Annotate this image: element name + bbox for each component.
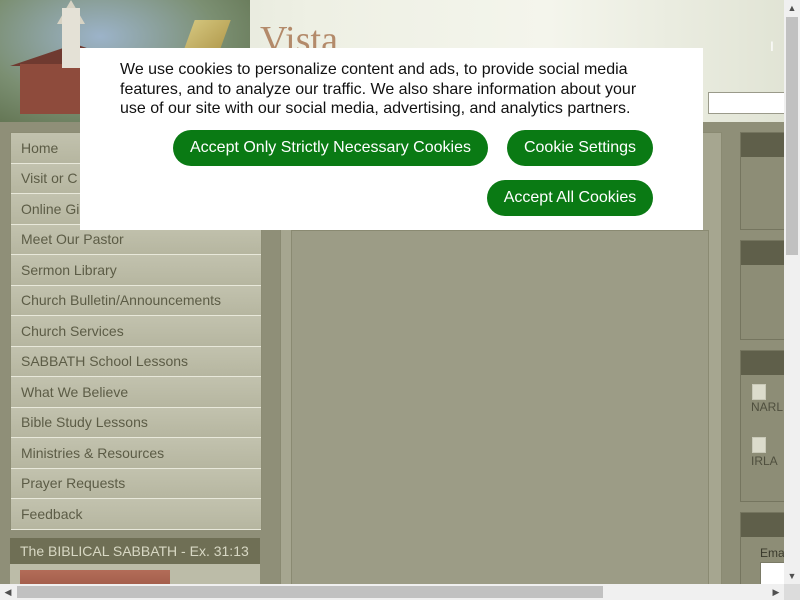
widget-header [741, 513, 784, 537]
sabbath-box-title: The BIBLICAL SABBATH - Ex. 31:13 [10, 538, 260, 564]
nav-item-sermon-library[interactable]: Sermon Library [11, 255, 261, 286]
nav-item-what-we-believe[interactable]: What We Believe [11, 377, 261, 408]
vertical-scrollbar[interactable]: ▲ ▼ [784, 0, 800, 584]
scroll-down-icon[interactable]: ▼ [784, 568, 800, 584]
scroll-left-icon[interactable]: ◀ [0, 584, 16, 600]
cookie-settings-button[interactable]: Cookie Settings [507, 130, 653, 166]
cookie-consent-text: We use cookies to personalize content an… [120, 61, 637, 117]
nav-item-ministries[interactable]: Ministries & Resources [11, 438, 261, 469]
sabbath-box-image[interactable] [20, 570, 170, 584]
nav-item-church-services[interactable]: Church Services [11, 316, 261, 347]
widget-header [741, 133, 784, 157]
scroll-up-icon[interactable]: ▲ [784, 0, 800, 16]
nav-item-prayer-requests[interactable]: Prayer Requests [11, 468, 261, 499]
nav-item-bible-study[interactable]: Bible Study Lessons [11, 407, 261, 438]
header-right-text: I [770, 38, 774, 54]
nav-item-feedback[interactable]: Feedback [11, 499, 261, 530]
accept-strictly-necessary-button[interactable]: Accept Only Strictly Necessary Cookies [173, 130, 488, 166]
widget-header [741, 351, 784, 375]
right-widget-links [740, 350, 784, 502]
broken-image-icon [752, 384, 766, 400]
accept-all-cookies-button[interactable]: Accept All Cookies [487, 180, 653, 216]
page: Vista I Home Visit or C Online Gi Meet O… [0, 0, 784, 584]
broken-image-icon [752, 437, 766, 453]
search-input[interactable] [708, 92, 784, 114]
email-label: Ema [760, 546, 784, 560]
email-field[interactable] [760, 562, 784, 584]
irla-link[interactable]: IRLA [751, 454, 778, 468]
main-content-inner [291, 230, 709, 584]
nav-item-sabbath-school[interactable]: SABBATH School Lessons [11, 346, 261, 377]
widget-header [741, 241, 784, 265]
vertical-scroll-thumb[interactable] [786, 17, 798, 255]
nav-item-bulletin[interactable]: Church Bulletin/Announcements [11, 285, 261, 316]
scroll-right-icon[interactable]: ▶ [768, 584, 784, 600]
horizontal-scroll-thumb[interactable] [17, 586, 603, 598]
narl-link[interactable]: NARL [751, 400, 783, 414]
horizontal-scrollbar[interactable]: ◀ ▶ [0, 584, 784, 600]
right-widget-2 [740, 240, 784, 340]
cookie-consent-banner: We use cookies to personalize content an… [80, 48, 703, 230]
steeple [62, 8, 80, 68]
right-widget-1 [740, 132, 784, 230]
scrollbar-corner [784, 584, 800, 600]
